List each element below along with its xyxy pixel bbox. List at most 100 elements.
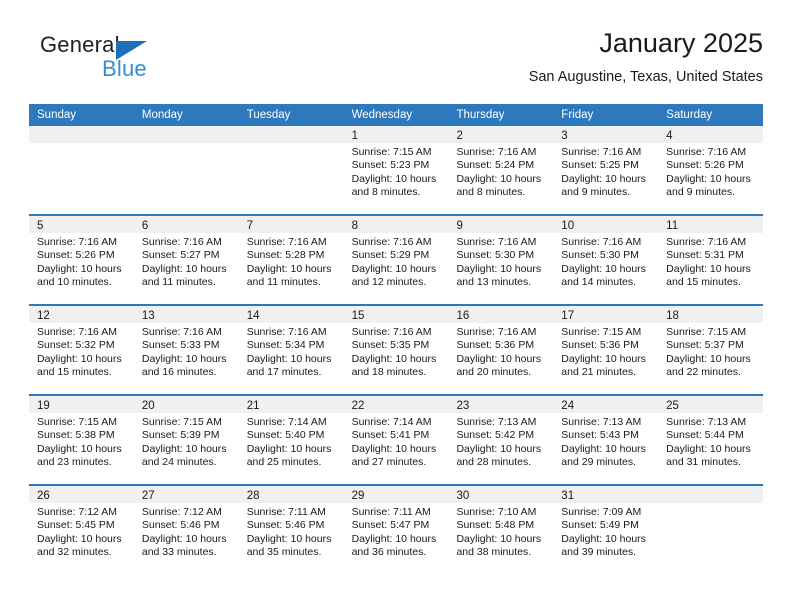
day-number-strip: 24 xyxy=(553,396,659,413)
day-number-strip: 28 xyxy=(238,486,344,503)
day-cell[interactable]: 25 Sunrise: 7:13 AM Sunset: 5:44 PM Dayligh… xyxy=(658,396,764,484)
sunrise-text: Sunrise: 7:16 AM xyxy=(456,236,537,248)
sunrise-text: Sunrise: 7:10 AM xyxy=(456,506,537,518)
day-info: Sunrise: 7:13 AM Sunset: 5:43 PM Daylight:… xyxy=(553,413,658,470)
daylight-text: Daylight: 10 hours and 33 minutes. xyxy=(141,532,227,559)
daylight-text: Daylight: 10 hours and 38 minutes. xyxy=(456,532,542,559)
day-cell[interactable]: 4 Sunrise: 7:16 AM Sunset: 5:26 PM Daylight… xyxy=(658,126,764,214)
sunset-text: Sunset: 5:43 PM xyxy=(561,429,639,442)
daylight-text: Daylight: 10 hours and 8 minutes. xyxy=(456,172,542,199)
day-number-strip: 26 xyxy=(29,486,134,503)
day-cell[interactable]: 19 Sunrise: 7:15 AM Sunset: 5:38 PM Dayligh… xyxy=(29,396,134,484)
day-number-strip: 3 xyxy=(553,126,659,143)
day-info: Sunrise: 7:15 AM Sunset: 5:36 PM Daylight:… xyxy=(553,323,658,380)
sunrise-text: Sunrise: 7:16 AM xyxy=(351,236,432,248)
week-row: 12 Sunrise: 7:16 AM Sunset: 5:32 PM Dayligh… xyxy=(29,304,764,394)
daylight-text: Daylight: 10 hours and 22 minutes. xyxy=(666,352,751,379)
day-number: 25 xyxy=(666,400,679,412)
daylight-text: Daylight: 10 hours and 31 minutes. xyxy=(666,442,751,469)
sunset-text: Sunset: 5:33 PM xyxy=(141,339,220,352)
day-cell[interactable]: 16 Sunrise: 7:16 AM Sunset: 5:36 PM Dayligh… xyxy=(448,306,554,394)
calendar-grid: Sunday Monday Tuesday Wednesday Thursday… xyxy=(29,104,764,574)
sunset-text: Sunset: 5:37 PM xyxy=(666,339,744,352)
day-info: Sunrise: 7:16 AM Sunset: 5:30 PM Daylight:… xyxy=(553,233,658,290)
day-cell[interactable]: 24 Sunrise: 7:13 AM Sunset: 5:43 PM Dayligh… xyxy=(553,396,659,484)
day-cell[interactable]: 30 Sunrise: 7:10 AM Sunset: 5:48 PM Dayligh… xyxy=(448,486,554,574)
sunrise-text: Sunrise: 7:16 AM xyxy=(141,236,222,248)
day-number: 11 xyxy=(666,220,679,232)
sunrise-text: Sunrise: 7:11 AM xyxy=(246,506,326,518)
sunset-text: Sunset: 5:23 PM xyxy=(351,159,430,172)
day-cell-empty xyxy=(238,126,344,214)
sunset-text: Sunset: 5:32 PM xyxy=(37,339,115,352)
day-cell-empty xyxy=(29,126,134,214)
day-cell[interactable]: 2 Sunrise: 7:16 AM Sunset: 5:24 PM Daylight… xyxy=(448,126,554,214)
day-number-strip: 19 xyxy=(29,396,134,413)
day-cell[interactable]: 15 Sunrise: 7:16 AM Sunset: 5:35 PM Dayligh… xyxy=(343,306,449,394)
daylight-text: Daylight: 10 hours and 10 minutes. xyxy=(37,262,122,289)
day-cell[interactable]: 22 Sunrise: 7:14 AM Sunset: 5:41 PM Dayligh… xyxy=(343,396,449,484)
day-number-strip: 6 xyxy=(133,216,239,233)
day-cell[interactable]: 18 Sunrise: 7:15 AM Sunset: 5:37 PM Dayligh… xyxy=(658,306,764,394)
day-number: 23 xyxy=(456,400,470,412)
day-cell[interactable]: 5 Sunrise: 7:16 AM Sunset: 5:26 PM Daylight… xyxy=(29,216,134,304)
day-cell[interactable]: 31 Sunrise: 7:09 AM Sunset: 5:49 PM Dayligh… xyxy=(553,486,659,574)
day-cell[interactable]: 23 Sunrise: 7:13 AM Sunset: 5:42 PM Dayligh… xyxy=(448,396,554,484)
day-number: 26 xyxy=(37,490,50,502)
day-info: Sunrise: 7:14 AM Sunset: 5:40 PM Daylight:… xyxy=(239,413,344,470)
sunrise-text: Sunrise: 7:12 AM xyxy=(37,506,117,518)
day-info: Sunrise: 7:16 AM Sunset: 5:36 PM Daylight:… xyxy=(448,323,553,380)
day-info: Sunrise: 7:12 AM Sunset: 5:46 PM Daylight:… xyxy=(134,503,239,560)
day-cell[interactable]: 6 Sunrise: 7:16 AM Sunset: 5:27 PM Daylight… xyxy=(133,216,239,304)
day-cell[interactable]: 3 Sunrise: 7:16 AM Sunset: 5:25 PM Daylight… xyxy=(553,126,659,214)
weekday-monday: Monday xyxy=(141,109,183,121)
sunset-text: Sunset: 5:30 PM xyxy=(561,249,639,262)
day-number: 28 xyxy=(246,490,260,502)
day-cell[interactable]: 28 Sunrise: 7:11 AM Sunset: 5:46 PM Dayligh… xyxy=(238,486,344,574)
sunrise-text: Sunrise: 7:16 AM xyxy=(456,326,537,338)
sunrise-text: Sunrise: 7:15 AM xyxy=(141,416,222,428)
day-cell[interactable]: 14 Sunrise: 7:16 AM Sunset: 5:34 PM Dayligh… xyxy=(238,306,344,394)
day-cell[interactable]: 26 Sunrise: 7:12 AM Sunset: 5:45 PM Dayligh… xyxy=(29,486,134,574)
daylight-text: Daylight: 10 hours and 18 minutes. xyxy=(351,352,437,379)
day-info: Sunrise: 7:16 AM Sunset: 5:35 PM Daylight:… xyxy=(344,323,449,380)
day-number: 13 xyxy=(141,310,155,322)
day-info: Sunrise: 7:16 AM Sunset: 5:34 PM Daylight:… xyxy=(239,323,344,380)
day-info: Sunrise: 7:13 AM Sunset: 5:42 PM Daylight:… xyxy=(448,413,553,470)
day-cell[interactable]: 17 Sunrise: 7:15 AM Sunset: 5:36 PM Dayligh… xyxy=(553,306,659,394)
day-number-strip: 7 xyxy=(238,216,344,233)
day-cell[interactable]: 21 Sunrise: 7:14 AM Sunset: 5:40 PM Dayligh… xyxy=(238,396,344,484)
daylight-text: Daylight: 10 hours and 28 minutes. xyxy=(456,442,542,469)
day-cell[interactable]: 8 Sunrise: 7:16 AM Sunset: 5:29 PM Daylight… xyxy=(343,216,449,304)
day-number: 14 xyxy=(246,310,260,322)
day-cell[interactable]: 9 Sunrise: 7:16 AM Sunset: 5:30 PM Daylight… xyxy=(448,216,554,304)
day-cell[interactable]: 29 Sunrise: 7:11 AM Sunset: 5:47 PM Dayligh… xyxy=(343,486,449,574)
day-cell[interactable]: 11 Sunrise: 7:16 AM Sunset: 5:31 PM Dayligh… xyxy=(658,216,764,304)
daylight-text: Daylight: 10 hours and 11 minutes. xyxy=(141,262,227,289)
sunrise-text: Sunrise: 7:16 AM xyxy=(37,236,117,248)
weekday-friday: Friday xyxy=(561,109,594,121)
logo-text-blue: Blue xyxy=(102,56,147,81)
week-row: 26 Sunrise: 7:12 AM Sunset: 5:45 PM Dayligh… xyxy=(29,484,764,574)
day-cell[interactable]: 1 Sunrise: 7:15 AM Sunset: 5:23 PM Daylight… xyxy=(343,126,449,214)
day-cell-empty xyxy=(658,486,764,574)
day-number: 12 xyxy=(37,310,50,322)
day-cell[interactable]: 10 Sunrise: 7:16 AM Sunset: 5:30 PM Dayligh… xyxy=(553,216,659,304)
day-number-strip xyxy=(658,486,764,503)
week-row: 5 Sunrise: 7:16 AM Sunset: 5:26 PM Daylight… xyxy=(29,214,764,304)
daylight-text: Daylight: 10 hours and 14 minutes. xyxy=(561,262,646,289)
day-cell[interactable]: 7 Sunrise: 7:16 AM Sunset: 5:28 PM Daylight… xyxy=(238,216,344,304)
day-cell[interactable]: 12 Sunrise: 7:16 AM Sunset: 5:32 PM Dayligh… xyxy=(29,306,134,394)
sunrise-text: Sunrise: 7:16 AM xyxy=(456,146,537,158)
day-number-strip: 20 xyxy=(133,396,239,413)
day-number-strip: 9 xyxy=(448,216,554,233)
day-cell[interactable]: 27 Sunrise: 7:12 AM Sunset: 5:46 PM Dayligh… xyxy=(133,486,239,574)
sunset-text: Sunset: 5:25 PM xyxy=(561,159,639,172)
day-number-strip: 27 xyxy=(133,486,239,503)
sunset-text: Sunset: 5:48 PM xyxy=(456,519,535,532)
day-info: Sunrise: 7:12 AM Sunset: 5:45 PM Daylight:… xyxy=(29,503,134,560)
day-info: Sunrise: 7:16 AM Sunset: 5:26 PM Daylight:… xyxy=(29,233,134,290)
day-cell[interactable]: 13 Sunrise: 7:16 AM Sunset: 5:33 PM Dayligh… xyxy=(133,306,239,394)
day-number: 31 xyxy=(561,490,575,502)
day-cell[interactable]: 20 Sunrise: 7:15 AM Sunset: 5:39 PM Dayligh… xyxy=(133,396,239,484)
